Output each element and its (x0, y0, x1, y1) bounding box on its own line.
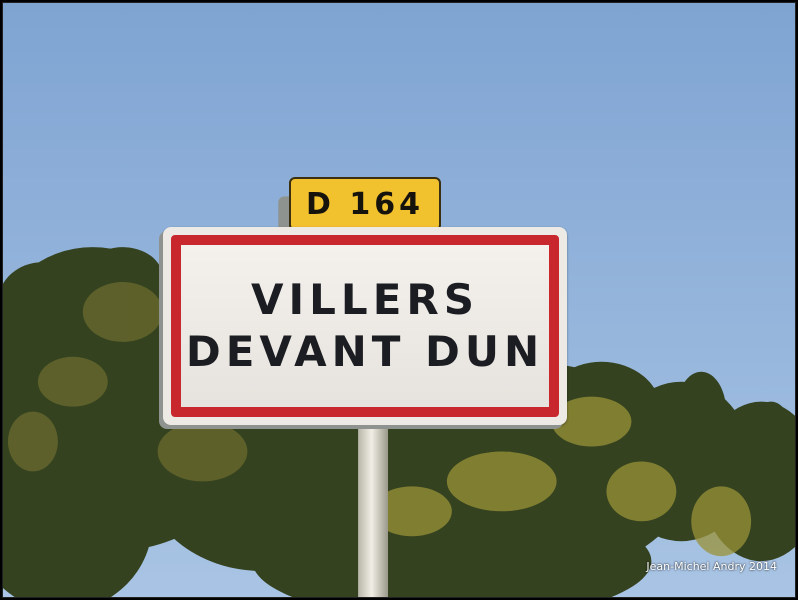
sign-face: VILLERS DEVANT DUN (171, 235, 559, 417)
sign-pole (358, 421, 389, 597)
photo-frame: D 164 VILLERS DEVANT DUN Jean-Michel And… (2, 2, 796, 598)
photo-credit: Jean-Michel Andry 2014 (646, 560, 777, 573)
town-name-line-1: VILLERS (251, 275, 479, 324)
town-entry-sign: VILLERS DEVANT DUN (163, 227, 567, 425)
route-number: D 164 (306, 186, 424, 222)
route-number-plate: D 164 (289, 177, 441, 231)
town-name-line-2: DEVANT DUN (185, 327, 545, 376)
